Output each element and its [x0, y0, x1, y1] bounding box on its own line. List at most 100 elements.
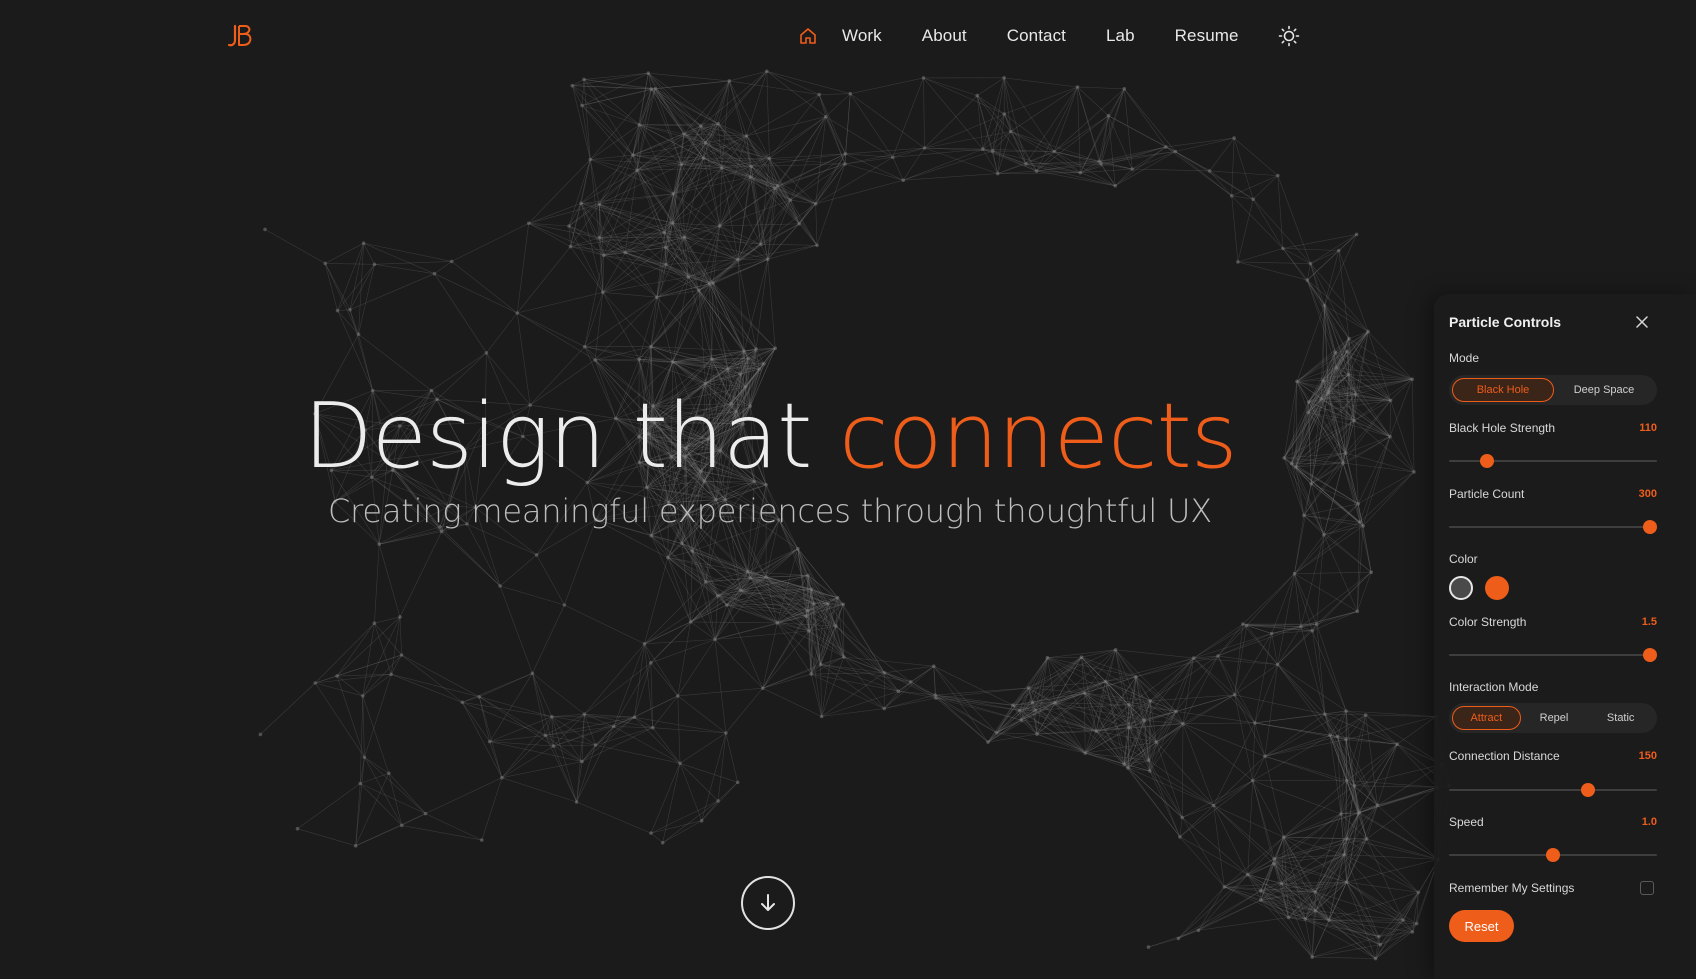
particle	[1113, 648, 1118, 652]
slider-thumb[interactable]	[1546, 848, 1560, 862]
color-swatch-orange[interactable]	[1485, 576, 1509, 600]
particle	[760, 686, 765, 690]
particle-count-value: 300	[1638, 488, 1657, 500]
particle	[1375, 803, 1380, 808]
speed-slider[interactable]	[1449, 848, 1657, 862]
particle	[679, 162, 684, 167]
nav-link-resume[interactable]: Resume	[1175, 26, 1239, 46]
particle	[762, 361, 766, 366]
particle	[809, 587, 814, 591]
color-swatch-gray[interactable]	[1449, 576, 1473, 600]
particle	[1401, 918, 1405, 922]
remember-settings-checkbox[interactable]	[1640, 881, 1654, 895]
interaction-mode-toggle: Attract Repel Static	[1449, 703, 1657, 733]
nav-link-about[interactable]: About	[922, 26, 967, 46]
particle	[933, 693, 937, 697]
close-icon[interactable]	[1634, 314, 1650, 330]
particle	[593, 743, 598, 747]
particle-count-slider[interactable]	[1449, 520, 1657, 534]
particle	[423, 811, 428, 816]
particle	[775, 184, 780, 188]
particle	[773, 346, 777, 351]
particle	[775, 621, 779, 625]
interaction-option-static[interactable]: Static	[1587, 706, 1654, 730]
particle	[1333, 350, 1338, 355]
particle	[313, 681, 318, 685]
nav-link-lab[interactable]: Lab	[1106, 26, 1135, 46]
particle	[1011, 703, 1015, 707]
black-hole-strength-value: 110	[1639, 422, 1657, 434]
particle	[632, 715, 637, 719]
particle	[1241, 622, 1245, 626]
particle	[649, 831, 653, 835]
particle	[796, 546, 800, 551]
interaction-option-repel[interactable]: Repel	[1521, 706, 1588, 730]
particle	[720, 166, 724, 170]
scroll-down-button[interactable]	[741, 876, 795, 930]
particle	[1244, 623, 1249, 628]
slider-thumb[interactable]	[1580, 783, 1595, 797]
page: Work About Contact Lab Resume Design tha…	[0, 0, 1696, 979]
nav-link-work[interactable]: Work	[842, 26, 882, 46]
particle-controls-panel: Particle Controls Mode Black Hole Deep S…	[1434, 294, 1696, 979]
particle	[580, 759, 584, 764]
particle	[655, 295, 659, 300]
particle	[1002, 112, 1007, 116]
particle	[623, 250, 627, 255]
home-icon[interactable]	[796, 24, 820, 48]
sun-icon[interactable]	[1277, 24, 1301, 48]
particle	[582, 712, 587, 716]
interaction-option-attract[interactable]: Attract	[1452, 706, 1521, 730]
particle	[1250, 778, 1255, 783]
particle	[582, 344, 587, 349]
color-strength-slider[interactable]	[1449, 648, 1657, 662]
slider-track	[1449, 526, 1657, 528]
slider-thumb[interactable]	[1643, 648, 1657, 662]
particle	[601, 253, 606, 258]
particle	[1106, 113, 1111, 118]
particle	[372, 262, 377, 267]
logo[interactable]	[226, 22, 256, 50]
particle	[1033, 708, 1038, 712]
particle	[631, 153, 635, 157]
particle	[1078, 170, 1083, 175]
particle	[726, 367, 730, 371]
particle	[1009, 129, 1013, 134]
particle	[570, 83, 575, 88]
particle	[1357, 810, 1362, 815]
particle	[1253, 721, 1257, 725]
particle	[670, 221, 675, 225]
mode-option-black-hole[interactable]: Black Hole	[1452, 378, 1554, 402]
mode-label: Mode	[1449, 351, 1480, 365]
particle	[1272, 856, 1277, 861]
nav-link-contact[interactable]: Contact	[1007, 26, 1066, 46]
particle	[258, 732, 263, 737]
particle	[653, 87, 658, 91]
particle	[1414, 921, 1419, 926]
particle	[1130, 167, 1134, 171]
particle	[1002, 76, 1006, 80]
slider-thumb[interactable]	[1643, 520, 1657, 534]
particle-count-label: Particle Count	[1449, 487, 1525, 501]
reset-button[interactable]: Reset	[1449, 910, 1514, 942]
particle	[582, 77, 586, 82]
particle	[1176, 936, 1181, 941]
particle	[804, 614, 809, 618]
particle	[480, 838, 484, 842]
particle	[432, 271, 437, 276]
slider-thumb[interactable]	[1480, 454, 1495, 468]
connection-distance-slider[interactable]	[1449, 783, 1657, 797]
particle	[439, 529, 444, 534]
particle	[739, 588, 743, 593]
particle	[1232, 136, 1236, 140]
particle	[807, 629, 811, 633]
black-hole-strength-slider[interactable]	[1449, 454, 1657, 468]
particle	[362, 755, 367, 760]
particle	[676, 694, 680, 698]
particle	[361, 694, 365, 698]
particle	[818, 662, 823, 667]
mode-option-deep-space[interactable]: Deep Space	[1554, 378, 1654, 402]
particle	[534, 553, 539, 557]
particle	[1342, 852, 1347, 857]
particle	[1097, 159, 1101, 164]
